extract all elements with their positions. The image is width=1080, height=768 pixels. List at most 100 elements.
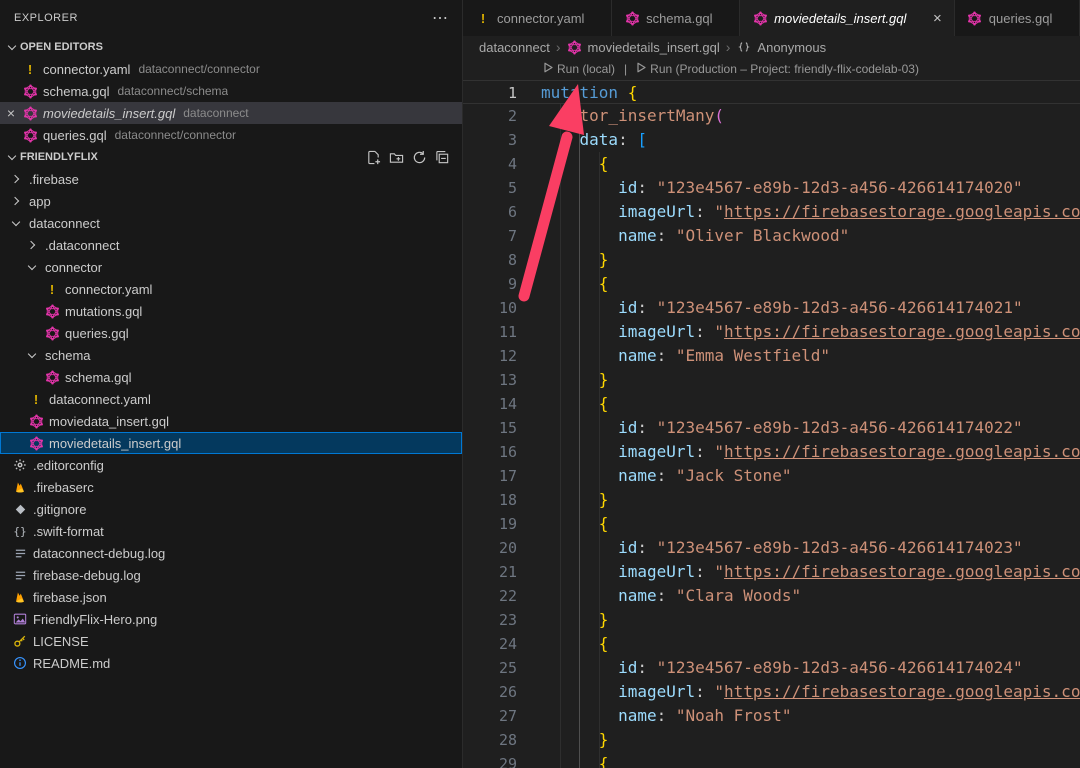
tree-item-firebase-debug-log[interactable]: firebase-debug.log (0, 564, 462, 586)
breadcrumb-item-anonymous[interactable]: Anonymous (736, 39, 826, 55)
tree-item--firebaserc[interactable]: .firebaserc (0, 476, 462, 498)
project-section-header[interactable]: FRIENDLYFLIX (0, 146, 462, 168)
line-number: 19 (463, 512, 517, 536)
tree-item-label: .gitignore (33, 502, 86, 517)
line-number: 18 (463, 488, 517, 512)
code-line: 4 { (463, 152, 1080, 176)
warning-icon: ! (475, 10, 491, 26)
tree-item--swift-format[interactable]: {}.swift-format (0, 520, 462, 542)
line-number: 8 (463, 248, 517, 272)
line-number: 10 (463, 296, 517, 320)
run-production-link[interactable]: Run (Production – Project: friendly-flix… (636, 62, 919, 76)
tree-item-license[interactable]: LICENSE (0, 630, 462, 652)
line-number: 20 (463, 536, 517, 560)
open-editor-item-connector-yaml[interactable]: !connector.yamldataconnect/connector (0, 58, 462, 80)
line-number: 9 (463, 272, 517, 296)
breadcrumb-label: Anonymous (757, 40, 826, 55)
file-name: queries.gql (43, 128, 107, 143)
line-number: 4 (463, 152, 517, 176)
tree-item-app[interactable]: app (0, 190, 462, 212)
code-line: 22 name: "Clara Woods" (463, 584, 1080, 608)
tree-item--editorconfig[interactable]: .editorconfig (0, 454, 462, 476)
chevron-right-icon (24, 237, 40, 253)
tree-item-dataconnect[interactable]: dataconnect (0, 212, 462, 234)
run-icon (636, 62, 646, 76)
graphql-icon (44, 369, 60, 385)
tree-item-friendlyflix-hero-png[interactable]: FriendlyFlix-Hero.png (0, 608, 462, 630)
line-number: 11 (463, 320, 517, 344)
new-folder-button[interactable] (389, 150, 404, 165)
breadcrumb: dataconnect›moviedetails_insert.gql›Anon… (463, 36, 1080, 58)
tree-item-mutations-gql[interactable]: mutations.gql (0, 300, 462, 322)
collapse-all-button[interactable] (435, 150, 450, 165)
code-editor[interactable]: 1mutation {2 actor_insertMany(3 data: [4… (463, 80, 1080, 768)
tab-moviedetails-insert-gql[interactable]: moviedetails_insert.gql× (740, 0, 955, 36)
code-line: 12 name: "Emma Westfield" (463, 344, 1080, 368)
tab-queries-gql[interactable]: queries.gql (955, 0, 1080, 36)
more-actions-icon[interactable]: ⋯ (432, 8, 448, 28)
chevron-down-icon (24, 259, 40, 275)
code-line: 27 name: "Noah Frost" (463, 704, 1080, 728)
open-editor-item-queries-gql[interactable]: queries.gql dataconnect/connector (0, 124, 462, 146)
tree-item-firebase-json[interactable]: firebase.json (0, 586, 462, 608)
tree-item--gitignore[interactable]: .gitignore (0, 498, 462, 520)
tree-item--firebase[interactable]: .firebase (0, 168, 462, 190)
code-line: 29 { (463, 752, 1080, 768)
code-text: name: "Clara Woods" (541, 584, 1080, 608)
tree-item-connector-yaml[interactable]: !connector.yaml (0, 278, 462, 300)
tab-connector-yaml[interactable]: !connector.yaml (463, 0, 612, 36)
code-text: name: "Emma Westfield" (541, 344, 1080, 368)
tree-item-label: mutations.gql (65, 304, 142, 319)
close-icon[interactable]: × (0, 105, 22, 121)
code-line: 23 } (463, 608, 1080, 632)
line-number: 22 (463, 584, 517, 608)
tree-item-dataconnect-yaml[interactable]: !dataconnect.yaml (0, 388, 462, 410)
new-file-button[interactable] (366, 150, 381, 165)
log-icon (12, 567, 28, 583)
code-text: data: [ (541, 128, 1080, 152)
refresh-button[interactable] (412, 150, 427, 165)
chevron-right-icon (8, 171, 24, 187)
file-name: connector.yaml (43, 62, 130, 77)
graphql-icon (28, 435, 44, 451)
tree-item-queries-gql[interactable]: queries.gql (0, 322, 462, 344)
code-line: 1mutation { (463, 80, 1080, 104)
line-number: 23 (463, 608, 517, 632)
tree-item-schema[interactable]: schema (0, 344, 462, 366)
open-editor-item-schema-gql[interactable]: schema.gqldataconnect/schema (0, 80, 462, 102)
close-icon[interactable]: × (927, 10, 942, 27)
braces-icon: {} (12, 523, 28, 539)
run-local-link[interactable]: Run (local) (543, 62, 615, 76)
tree-item-schema-gql[interactable]: schema.gql (0, 366, 462, 388)
open-editors-header[interactable]: OPEN EDITORS (0, 36, 462, 58)
tree-item-moviedetails-insert-gql[interactable]: moviedetails_insert.gql (0, 432, 462, 454)
gear-icon (12, 457, 28, 473)
code-text: } (541, 368, 1080, 392)
tree-item-moviedata-insert-gql[interactable]: moviedata_insert.gql (0, 410, 462, 432)
code-line: 11 imageUrl: "https://firebasestorage.go… (463, 320, 1080, 344)
breadcrumb-label: dataconnect (479, 40, 550, 55)
breadcrumb-item-dataconnect[interactable]: dataconnect (479, 40, 550, 55)
indent-guide (560, 104, 561, 768)
line-number: 25 (463, 656, 517, 680)
code-line: 18 } (463, 488, 1080, 512)
tree-item--dataconnect[interactable]: .dataconnect (0, 234, 462, 256)
graphql-icon (22, 105, 38, 121)
code-line: 24 { (463, 632, 1080, 656)
file-path: dataconnect/connector (115, 128, 236, 142)
chevron-down-icon (4, 149, 20, 165)
file-name: schema.gql (43, 84, 109, 99)
codelens-label: Run (Production – Project: friendly-flix… (650, 62, 919, 76)
code-line: 21 imageUrl: "https://firebasestorage.go… (463, 560, 1080, 584)
tab-schema-gql[interactable]: schema.gql (612, 0, 740, 36)
tree-item-readme-md[interactable]: README.md (0, 652, 462, 674)
line-number: 2 (463, 104, 517, 128)
open-editor-item-moviedetails-insert-gql[interactable]: ×moviedetails_insert.gqldataconnect (0, 102, 462, 124)
log-icon (12, 545, 28, 561)
tree-item-dataconnect-debug-log[interactable]: dataconnect-debug.log (0, 542, 462, 564)
line-number: 14 (463, 392, 517, 416)
tree-item-connector[interactable]: connector (0, 256, 462, 278)
breadcrumb-item-moviedetails-insert-gql[interactable]: moviedetails_insert.gql (567, 39, 720, 55)
codelens-bar: Run (local)|Run (Production – Project: f… (463, 58, 1080, 80)
breadcrumb-label: moviedetails_insert.gql (588, 40, 720, 55)
